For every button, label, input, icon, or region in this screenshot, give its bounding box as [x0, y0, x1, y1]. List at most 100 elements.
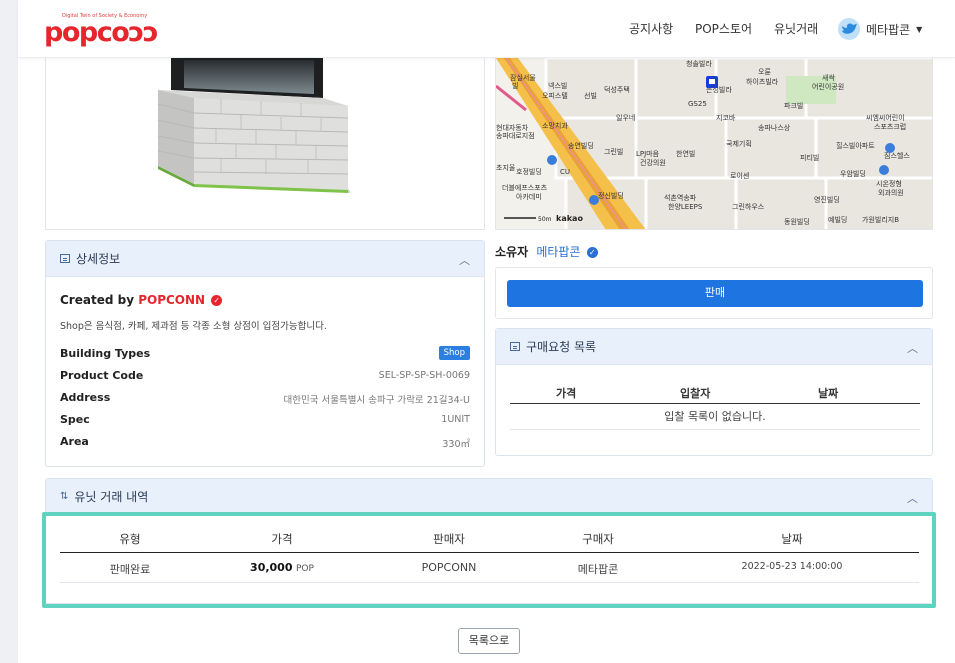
map-label: 하이츠빌라: [746, 77, 779, 86]
trade-date: 2022-05-23 14:00:00: [741, 561, 843, 572]
map-label: 한양LEEPS: [668, 203, 703, 211]
column-header: 유형: [119, 532, 141, 546]
sell-button[interactable]: 판매: [507, 280, 923, 307]
map-label: 초지울: [496, 163, 516, 172]
chevron-up-icon[interactable]: ︿: [459, 252, 470, 268]
map-label: 소망치과: [542, 121, 568, 130]
user-name: 메타팝콘: [866, 22, 911, 37]
product-image: [45, 58, 485, 230]
caret-down-icon: ▼: [916, 24, 923, 34]
back-to-list-button[interactable]: 목록으로: [458, 628, 520, 654]
bid-empty-message: 입찰 목록이 없습니다.: [510, 404, 920, 430]
map-label: 어린이공원: [812, 82, 844, 91]
document-icon: [60, 254, 70, 263]
column-header: 입찰자: [680, 387, 711, 400]
column-header: 날짜: [781, 532, 803, 546]
map-label: 힐스빌아파트: [836, 141, 875, 150]
detail-panel: 상세정보 ︿ Created by POPCONN ✓ Shop은 음식점, 카…: [45, 240, 485, 467]
map-label: 씨엠씨어린이: [866, 113, 905, 122]
price-unit: POP: [296, 564, 314, 574]
column-header: 가격: [556, 387, 577, 400]
avatar: [838, 18, 860, 40]
building-description: Shop은 음식점, 카페, 제과점 등 각종 소형 상점이 입점가능합니다.: [60, 321, 327, 332]
sell-box: 판매: [495, 267, 933, 319]
map-label: 지코바: [716, 113, 736, 122]
map-label: 송파대로지점: [496, 131, 535, 140]
map-label: 잠실서울: [510, 73, 536, 82]
owner-name[interactable]: 메타팝콘: [536, 245, 580, 259]
history-panel-title: 유닛 거래 내역: [74, 490, 149, 504]
spec-row-spec: Spec 1UNIT: [60, 413, 470, 429]
trade-price: 30,000 POP: [250, 561, 314, 574]
spec-label: Product Code: [60, 369, 144, 382]
map-canvas: 잠실서울 넥스빌 덕성주택 청솔빌라 오륜 하이츠빌라 새싹 어린이공원 GS2…: [496, 58, 932, 229]
map-label: 영진빌딩: [814, 195, 840, 204]
spec-row-address: Address 대한민국 서울특별시 송파구 가락로 21길34-U: [60, 391, 470, 407]
history-table: 유형 가격 판매자 구매자 날짜 판매완료 30,000 POP POPCONN…: [60, 523, 919, 583]
verified-check-icon: ✓: [586, 247, 598, 258]
map-label: 오피스텔: [542, 91, 568, 100]
spec-label: Address: [60, 391, 111, 404]
unit-trade-history-panel: ⇅ 유닛 거래 내역 ︿ 유형 가격 판매자 구매자 날짜 판매완료 30,00…: [45, 478, 933, 604]
map-label: 동원빌딩: [784, 217, 810, 226]
nav-pop-store[interactable]: POP스토어: [695, 20, 752, 37]
bid-table-header: 가격 입찰자 날짜: [510, 381, 920, 404]
spec-value: SEL-SP-SP-SH-0069: [378, 370, 470, 381]
history-panel-header[interactable]: ⇅ 유닛 거래 내역 ︿: [46, 479, 932, 515]
shop-building-image: [157, 58, 351, 193]
bird-icon: [842, 23, 857, 34]
user-menu[interactable]: 메타팝콘 ▼: [838, 16, 922, 42]
trade-type: 판매완료: [109, 563, 151, 576]
map-label: 파크빌: [784, 101, 803, 110]
bid-table: 가격 입찰자 날짜 입찰 목록이 없습니다.: [510, 381, 920, 430]
map-label: 국제기획: [726, 139, 752, 148]
map-label: 그린하우스: [732, 202, 765, 211]
owner-label: 소유자: [495, 245, 529, 259]
map-label: 스포츠크럽: [874, 122, 906, 131]
detail-panel-header[interactable]: 상세정보 ︿: [46, 241, 484, 277]
price-value: 30,000: [250, 561, 293, 574]
spec-value: 1UNIT: [441, 414, 470, 425]
trade-buyer: 메타팝콘: [577, 563, 619, 576]
map-label: 건강의원: [640, 158, 666, 167]
map-label: 시온정형: [876, 179, 902, 188]
bus-stop-icon: [879, 165, 889, 175]
nav-unit-trade[interactable]: 유닛거래: [774, 20, 818, 37]
map-label: 빌: [512, 82, 518, 90]
spec-label: Area: [60, 435, 89, 448]
column-header: 날짜: [818, 387, 839, 400]
sort-arrows-icon: ⇅: [60, 491, 69, 502]
spec-row-area: Area 330㎡: [60, 435, 470, 451]
map-label: 석촌역송파: [664, 193, 697, 202]
location-map[interactable]: 잠실서울 넥스빌 덕성주택 청솔빌라 오륜 하이츠빌라 새싹 어린이공원 GS2…: [495, 58, 933, 230]
chevron-up-icon[interactable]: ︿: [907, 490, 918, 506]
map-label: LPJ마음: [636, 149, 660, 158]
trade-seller: POPCONN: [421, 561, 477, 574]
bid-request-panel: 구매요청 목록 ︿ 가격 입찰자 날짜 입찰 목록이 없습니다.: [495, 328, 933, 456]
map-label: 오륜: [758, 68, 771, 76]
creator-name[interactable]: POPCONN: [138, 293, 205, 307]
bid-panel-header[interactable]: 구매요청 목록 ︿: [496, 329, 932, 365]
map-label: 일우네: [616, 113, 635, 122]
created-by-prefix: Created by: [60, 293, 135, 307]
map-label: 로이센: [730, 171, 749, 180]
popconn-logo[interactable]: Digital Twin of Society & Economy popcoɔ…: [44, 13, 174, 47]
top-header: Digital Twin of Society & Economy popcoɔ…: [18, 0, 955, 58]
building-type-badge: Shop: [438, 346, 470, 360]
column-header: 판매자: [433, 532, 465, 546]
spec-label: Building Types: [60, 347, 151, 360]
map-label: 선빌: [584, 91, 597, 100]
map-label: 그린빌: [604, 147, 623, 156]
map-scale: 50m: [538, 216, 552, 223]
bus-stop-icon: [547, 155, 557, 165]
nav-notice[interactable]: 공지사항: [629, 20, 673, 37]
kakao-map-logo: kakao: [556, 214, 583, 223]
map-label: 더블에프스포츠: [502, 183, 548, 192]
spec-label: Spec: [60, 413, 90, 426]
created-by: Created by POPCONN ✓: [60, 293, 223, 307]
logo-text: popcoɔɔ: [44, 17, 159, 48]
map-label: GS25: [688, 100, 707, 108]
bus-stop-icon: [885, 143, 895, 153]
chevron-up-icon[interactable]: ︿: [907, 340, 918, 356]
verified-check-icon: ✓: [211, 295, 223, 306]
